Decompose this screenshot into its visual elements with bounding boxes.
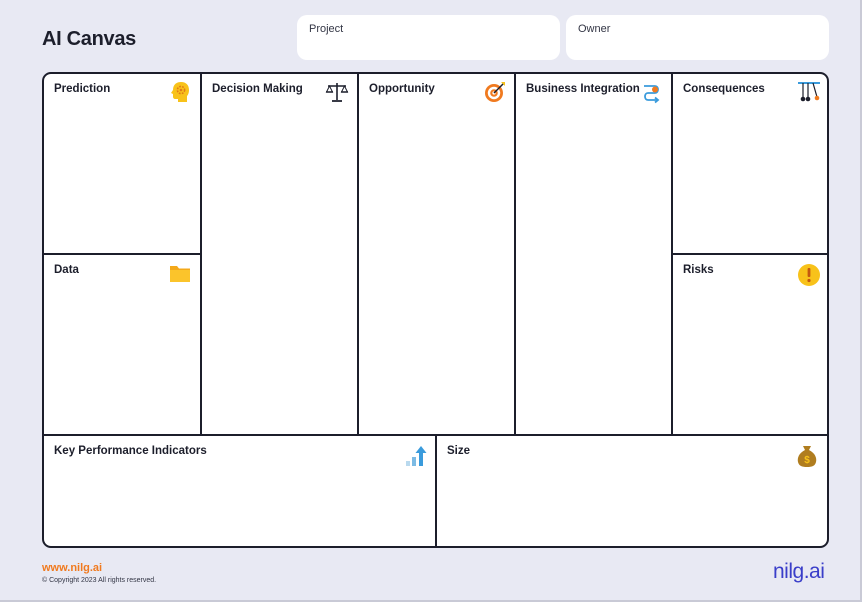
website-link[interactable]: www.nilg.ai: [42, 562, 102, 574]
owner-label: Owner: [578, 23, 611, 35]
owner-field[interactable]: Owner: [566, 15, 829, 60]
block-title: Data: [54, 264, 79, 276]
block-business-integration[interactable]: Business Integration: [516, 74, 673, 436]
block-consequences[interactable]: Consequences: [673, 74, 827, 255]
block-prediction[interactable]: Prediction: [44, 74, 202, 255]
block-title: Business Integration: [526, 83, 640, 95]
growth-chart-icon: [406, 446, 427, 466]
target-icon: [485, 82, 505, 102]
pendulum-icon: [798, 82, 820, 102]
warning-icon: [798, 264, 820, 286]
integration-arrow-icon: [644, 85, 660, 104]
canvas-grid: Prediction Data Decision Making Opportun…: [42, 72, 829, 548]
block-opportunity[interactable]: Opportunity: [359, 74, 516, 436]
svg-text:$: $: [804, 455, 810, 466]
nilg-logo: nilg.ai: [773, 560, 825, 583]
block-decision-making[interactable]: Decision Making: [202, 74, 359, 436]
block-title: Consequences: [683, 83, 765, 95]
block-risks[interactable]: Risks: [673, 255, 827, 436]
head-gear-icon: [171, 82, 189, 102]
project-field[interactable]: Project: [297, 15, 560, 60]
block-kpi[interactable]: Key Performance Indicators: [44, 436, 437, 546]
block-data[interactable]: Data: [44, 255, 202, 436]
copyright-text: © Copyright 2023 All rights reserved.: [42, 577, 157, 584]
money-bag-icon: $: [797, 446, 817, 467]
block-title: Decision Making: [212, 83, 303, 95]
block-title: Key Performance Indicators: [54, 445, 207, 457]
page-title: AI Canvas: [42, 28, 137, 50]
block-title: Prediction: [54, 83, 111, 95]
project-label: Project: [309, 23, 344, 35]
folder-icon: [170, 266, 190, 282]
block-title: Size: [447, 445, 471, 457]
scales-icon: [325, 83, 349, 102]
canvas-sheet: AI Canvas Project Owner Prediction Data …: [0, 0, 862, 602]
block-title: Risks: [683, 264, 714, 276]
block-title: Opportunity: [369, 83, 435, 95]
block-size[interactable]: Size $: [437, 436, 827, 546]
